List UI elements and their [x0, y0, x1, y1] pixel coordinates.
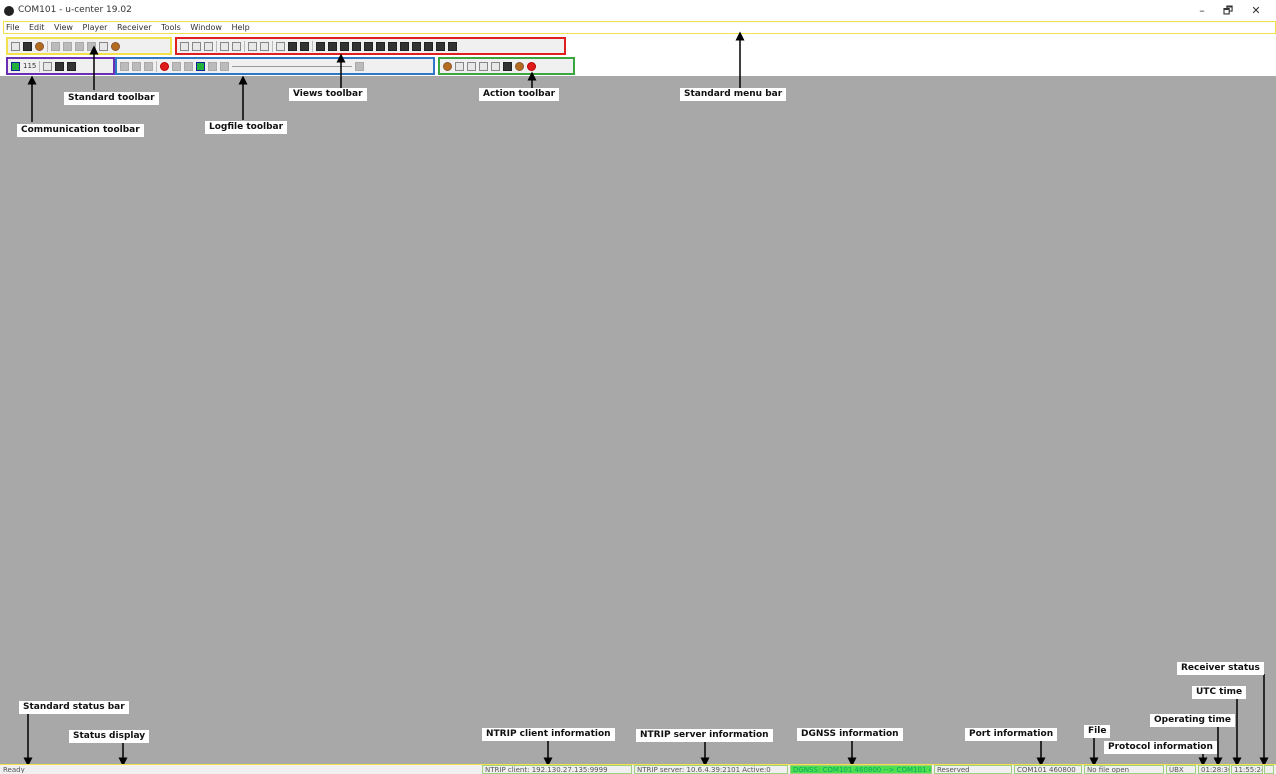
annotation-operating-time: Operating time [1150, 714, 1235, 727]
status-display: Ready [3, 766, 25, 774]
file-field: No file open [1084, 765, 1164, 774]
ntrip-client-field[interactable]: NTRIP client: 192.130.27.135:9999 [482, 765, 632, 774]
protocol-field: UBX [1166, 765, 1196, 774]
dgnss-field[interactable]: DGNSS: COM101 460800 --> COM101 4 [790, 765, 932, 774]
ntrip-server-field[interactable]: NTRIP server: 10.6.4.39:2101 Active:0 [634, 765, 788, 774]
annotation-dgnss-information: DGNSS information [797, 728, 903, 741]
annotation-standard-toolbar: Standard toolbar [64, 92, 159, 105]
annotation-receiver-status: Receiver status [1177, 662, 1264, 675]
operating-time-field: 01:28:36 [1198, 765, 1230, 774]
port-field[interactable]: COM101 460800 [1014, 765, 1082, 774]
annotation-utc-time: UTC time [1192, 686, 1247, 699]
annotation-action-toolbar: Action toolbar [479, 88, 560, 101]
annotation-standard-menu-bar: Standard menu bar [680, 88, 787, 101]
annotation-port-information: Port information [965, 728, 1058, 741]
annotation-ntrip-client-information: NTRIP client information [482, 728, 615, 741]
annotation-file: File [1084, 725, 1111, 738]
annotation-protocol-information: Protocol information [1104, 741, 1217, 754]
annotation-ntrip-server-information: NTRIP server information [636, 729, 773, 742]
receiver-status-field [1264, 765, 1274, 774]
annotation-communication-toolbar: Communication toolbar [17, 124, 144, 137]
annotation-arrows [23, 31, 1269, 767]
reserved-field: Reserved [934, 765, 1012, 774]
status-bar: Ready NTRIP client: 192.130.27.135:9999 … [0, 764, 1276, 774]
utc-time-field: 11:55:24 [1231, 765, 1263, 774]
annotation-standard-status-bar: Standard status bar [19, 701, 129, 714]
annotation-views-toolbar: Views toolbar [289, 88, 367, 101]
annotation-status-display: Status display [69, 730, 150, 743]
annotation-logfile-toolbar: Logfile toolbar [205, 121, 288, 134]
